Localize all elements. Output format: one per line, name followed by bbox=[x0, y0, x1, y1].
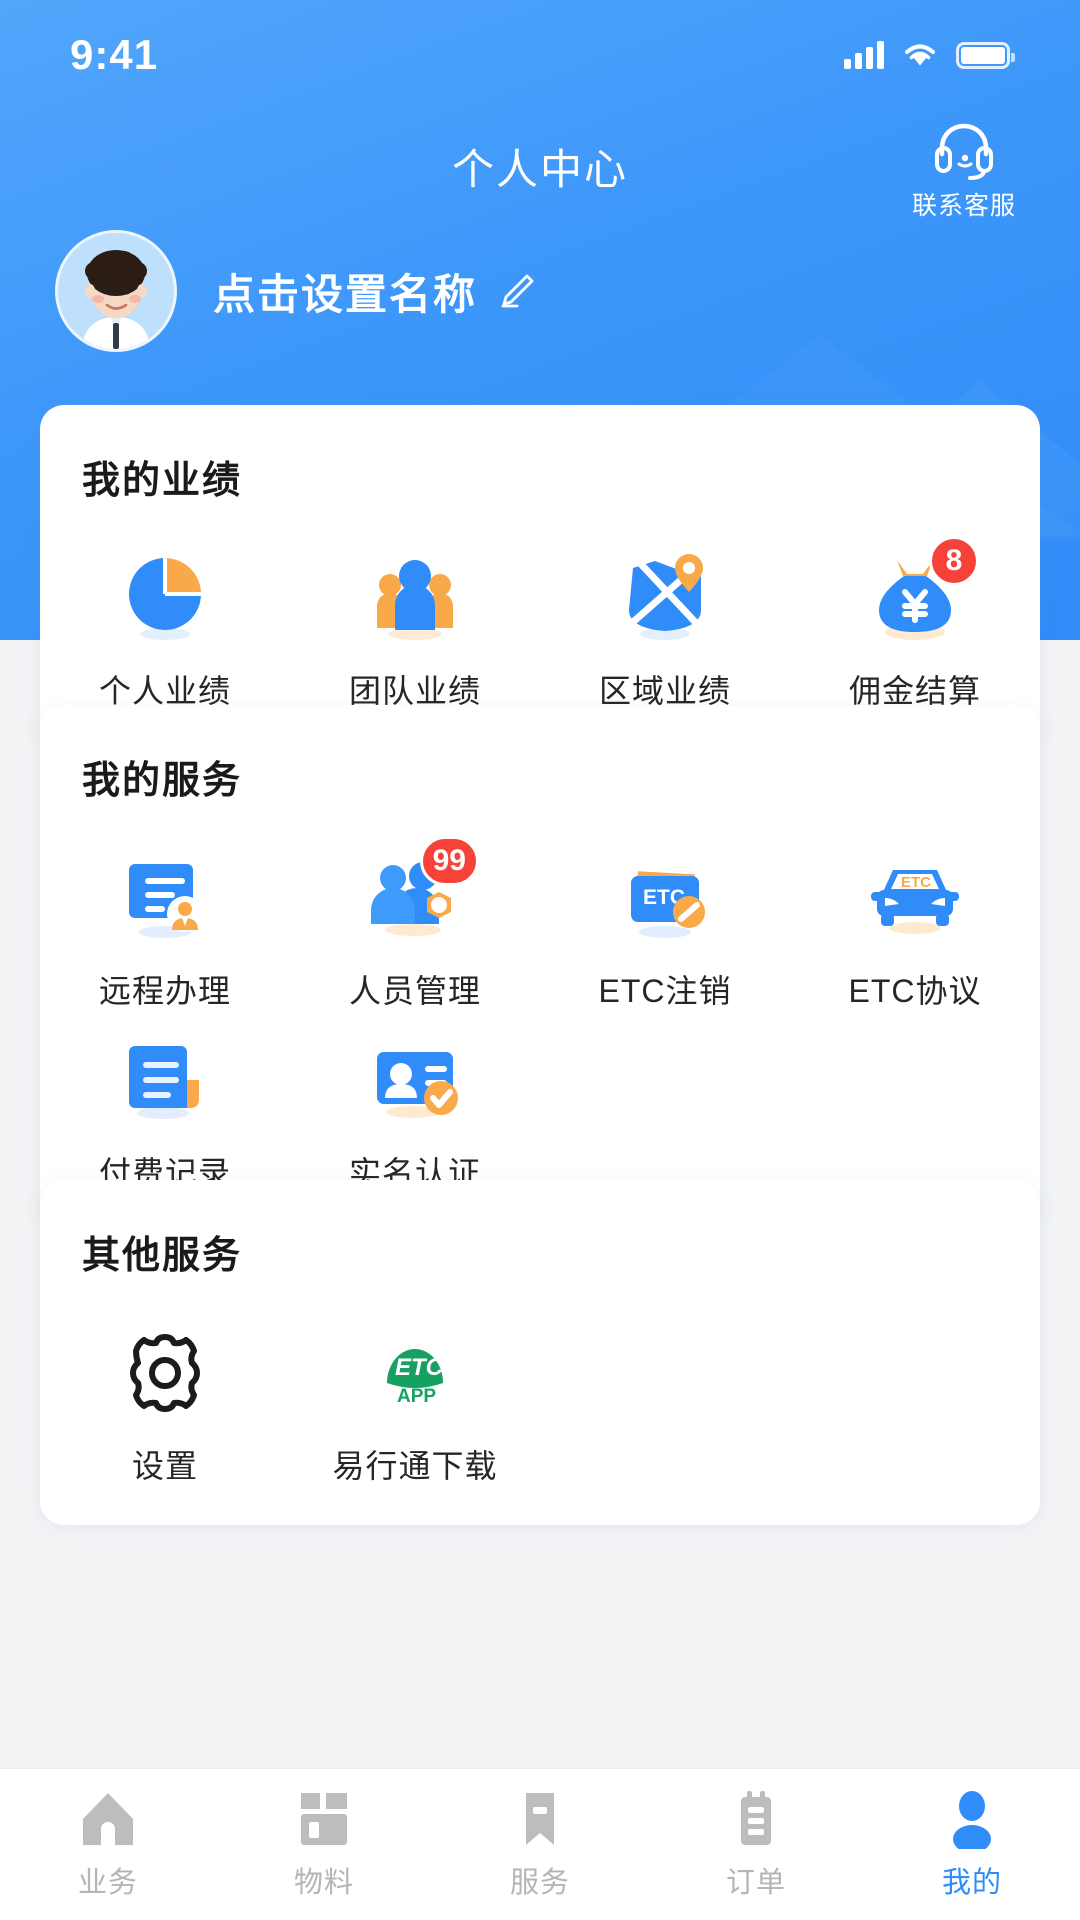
payment-record-icon bbox=[117, 1030, 213, 1126]
grid-item-label: 人员管理 bbox=[348, 973, 481, 1009]
tab-orders[interactable]: 订单 bbox=[648, 1769, 864, 1920]
nav-row: 个人中心 联系客服 bbox=[0, 118, 1080, 228]
status-bar: 9:41 bbox=[0, 0, 1080, 110]
etc-app-logo-icon: ETC APP bbox=[367, 1323, 463, 1419]
grid-item-payment-record[interactable]: 付费记录 bbox=[40, 1012, 290, 1194]
services-grid: 远程办理 99 人员管理 ETC ETC注销 ETC ETC协议 付费记录 实名… bbox=[40, 804, 1040, 1232]
status-badge: 99 bbox=[419, 836, 479, 886]
grid-item-remote-handling[interactable]: 远程办理 bbox=[40, 830, 290, 1012]
card-title: 其他服务 bbox=[82, 1235, 243, 1277]
bookmark-icon bbox=[526, 1792, 554, 1845]
tab-service[interactable]: 服务 bbox=[432, 1769, 648, 1920]
headset-icon bbox=[935, 123, 993, 180]
grid-item-empty bbox=[790, 1305, 1040, 1487]
grid-item-yixingtong-download[interactable]: ETC APP 易行通下载 bbox=[290, 1305, 540, 1487]
remote-document-icon bbox=[117, 848, 213, 944]
grid-item-team-performance[interactable]: 团队业绩 bbox=[290, 530, 540, 712]
svg-text:ETC: ETC bbox=[901, 874, 931, 891]
other-grid: 设置 ETC APP 易行通下载 bbox=[40, 1279, 1040, 1525]
grid-item-settings[interactable]: 设置 bbox=[40, 1305, 290, 1487]
card-other-services: 其他服务 设置 ETC APP 易行通下载 bbox=[40, 1180, 1040, 1525]
grid-item-label: 易行通下载 bbox=[332, 1448, 498, 1484]
grid-item-etc-cancel[interactable]: ETC ETC注销 bbox=[540, 830, 790, 1012]
home-icon bbox=[83, 1792, 133, 1845]
tab-business[interactable]: 业务 bbox=[0, 1769, 216, 1920]
grid-item-label: 设置 bbox=[131, 1448, 198, 1484]
grid-item-etc-agreement[interactable]: ETC ETC协议 bbox=[790, 830, 1040, 1012]
tab-label: 我的 bbox=[941, 1866, 1002, 1899]
card-title: 我的业绩 bbox=[82, 460, 243, 502]
money-bag-icon: 8 bbox=[867, 536, 979, 644]
pie-chart-icon bbox=[117, 548, 213, 644]
svg-text:APP: APP bbox=[397, 1386, 436, 1407]
etc-car-icon: ETC bbox=[867, 848, 963, 944]
user-avatar bbox=[58, 233, 174, 349]
tab-label: 服务 bbox=[509, 1866, 570, 1899]
people-gear-icon: 99 bbox=[367, 836, 479, 944]
grid-item-empty bbox=[540, 1305, 790, 1487]
id-card-verified-icon bbox=[367, 1030, 463, 1126]
contact-support-label: 联系客服 bbox=[911, 192, 1016, 220]
person-icon bbox=[953, 1790, 991, 1849]
pencil-icon[interactable] bbox=[497, 271, 537, 311]
grid-item-label: ETC协议 bbox=[848, 973, 982, 1009]
tab-label: 业务 bbox=[77, 1866, 138, 1899]
grid-item-personal-performance[interactable]: 个人业绩 bbox=[40, 530, 290, 712]
user-name-row[interactable]: 点击设置名称 bbox=[213, 261, 537, 322]
clipboard-icon bbox=[741, 1790, 771, 1845]
profile-block[interactable]: 点击设置名称 bbox=[55, 230, 537, 352]
grid-item-label: ETC注销 bbox=[598, 973, 732, 1009]
bottom-tab-bar: 业务 物料 服务 订单 我的 bbox=[0, 1768, 1080, 1920]
map-pin-icon bbox=[617, 548, 713, 644]
card-title: 我的服务 bbox=[82, 760, 243, 802]
grid-item-area-performance[interactable]: 区域业绩 bbox=[540, 530, 790, 712]
status-icons bbox=[844, 41, 1015, 69]
gear-icon bbox=[117, 1323, 213, 1419]
etc-card-cancel-icon: ETC bbox=[617, 848, 713, 944]
status-time: 9:41 bbox=[70, 31, 159, 78]
tab-mine[interactable]: 我的 bbox=[864, 1769, 1080, 1920]
battery-icon bbox=[956, 41, 1015, 69]
signal-icon bbox=[844, 41, 884, 69]
wifi-icon bbox=[905, 44, 935, 66]
tab-label: 订单 bbox=[725, 1866, 786, 1899]
grid-item-label: 远程办理 bbox=[98, 973, 231, 1009]
grid-item-realname-auth[interactable]: 实名认证 bbox=[290, 1012, 540, 1194]
people-group-icon bbox=[367, 548, 463, 644]
status-badge: 8 bbox=[929, 536, 979, 586]
grid-item-commission-settlement[interactable]: 8 佣金结算 bbox=[790, 530, 1040, 712]
svg-text:ETC: ETC bbox=[395, 1354, 444, 1381]
grid-item-staff-management[interactable]: 99 人员管理 bbox=[290, 830, 540, 1012]
user-name: 点击设置名称 bbox=[213, 270, 478, 318]
avatar[interactable] bbox=[55, 230, 177, 352]
contact-support-button[interactable]: 联系客服 bbox=[894, 118, 1034, 222]
card-performance: 我的业绩 个人业绩 团队业绩 区域业绩 8 佣金结算 bbox=[40, 405, 1040, 750]
tab-materials[interactable]: 物料 bbox=[216, 1769, 432, 1920]
tab-label: 物料 bbox=[293, 1866, 354, 1899]
box-icon bbox=[301, 1792, 347, 1845]
card-services: 我的服务 远程办理 99 人员管理 ETC ETC注销 ETC ETC协议 付费… bbox=[40, 705, 1040, 1232]
